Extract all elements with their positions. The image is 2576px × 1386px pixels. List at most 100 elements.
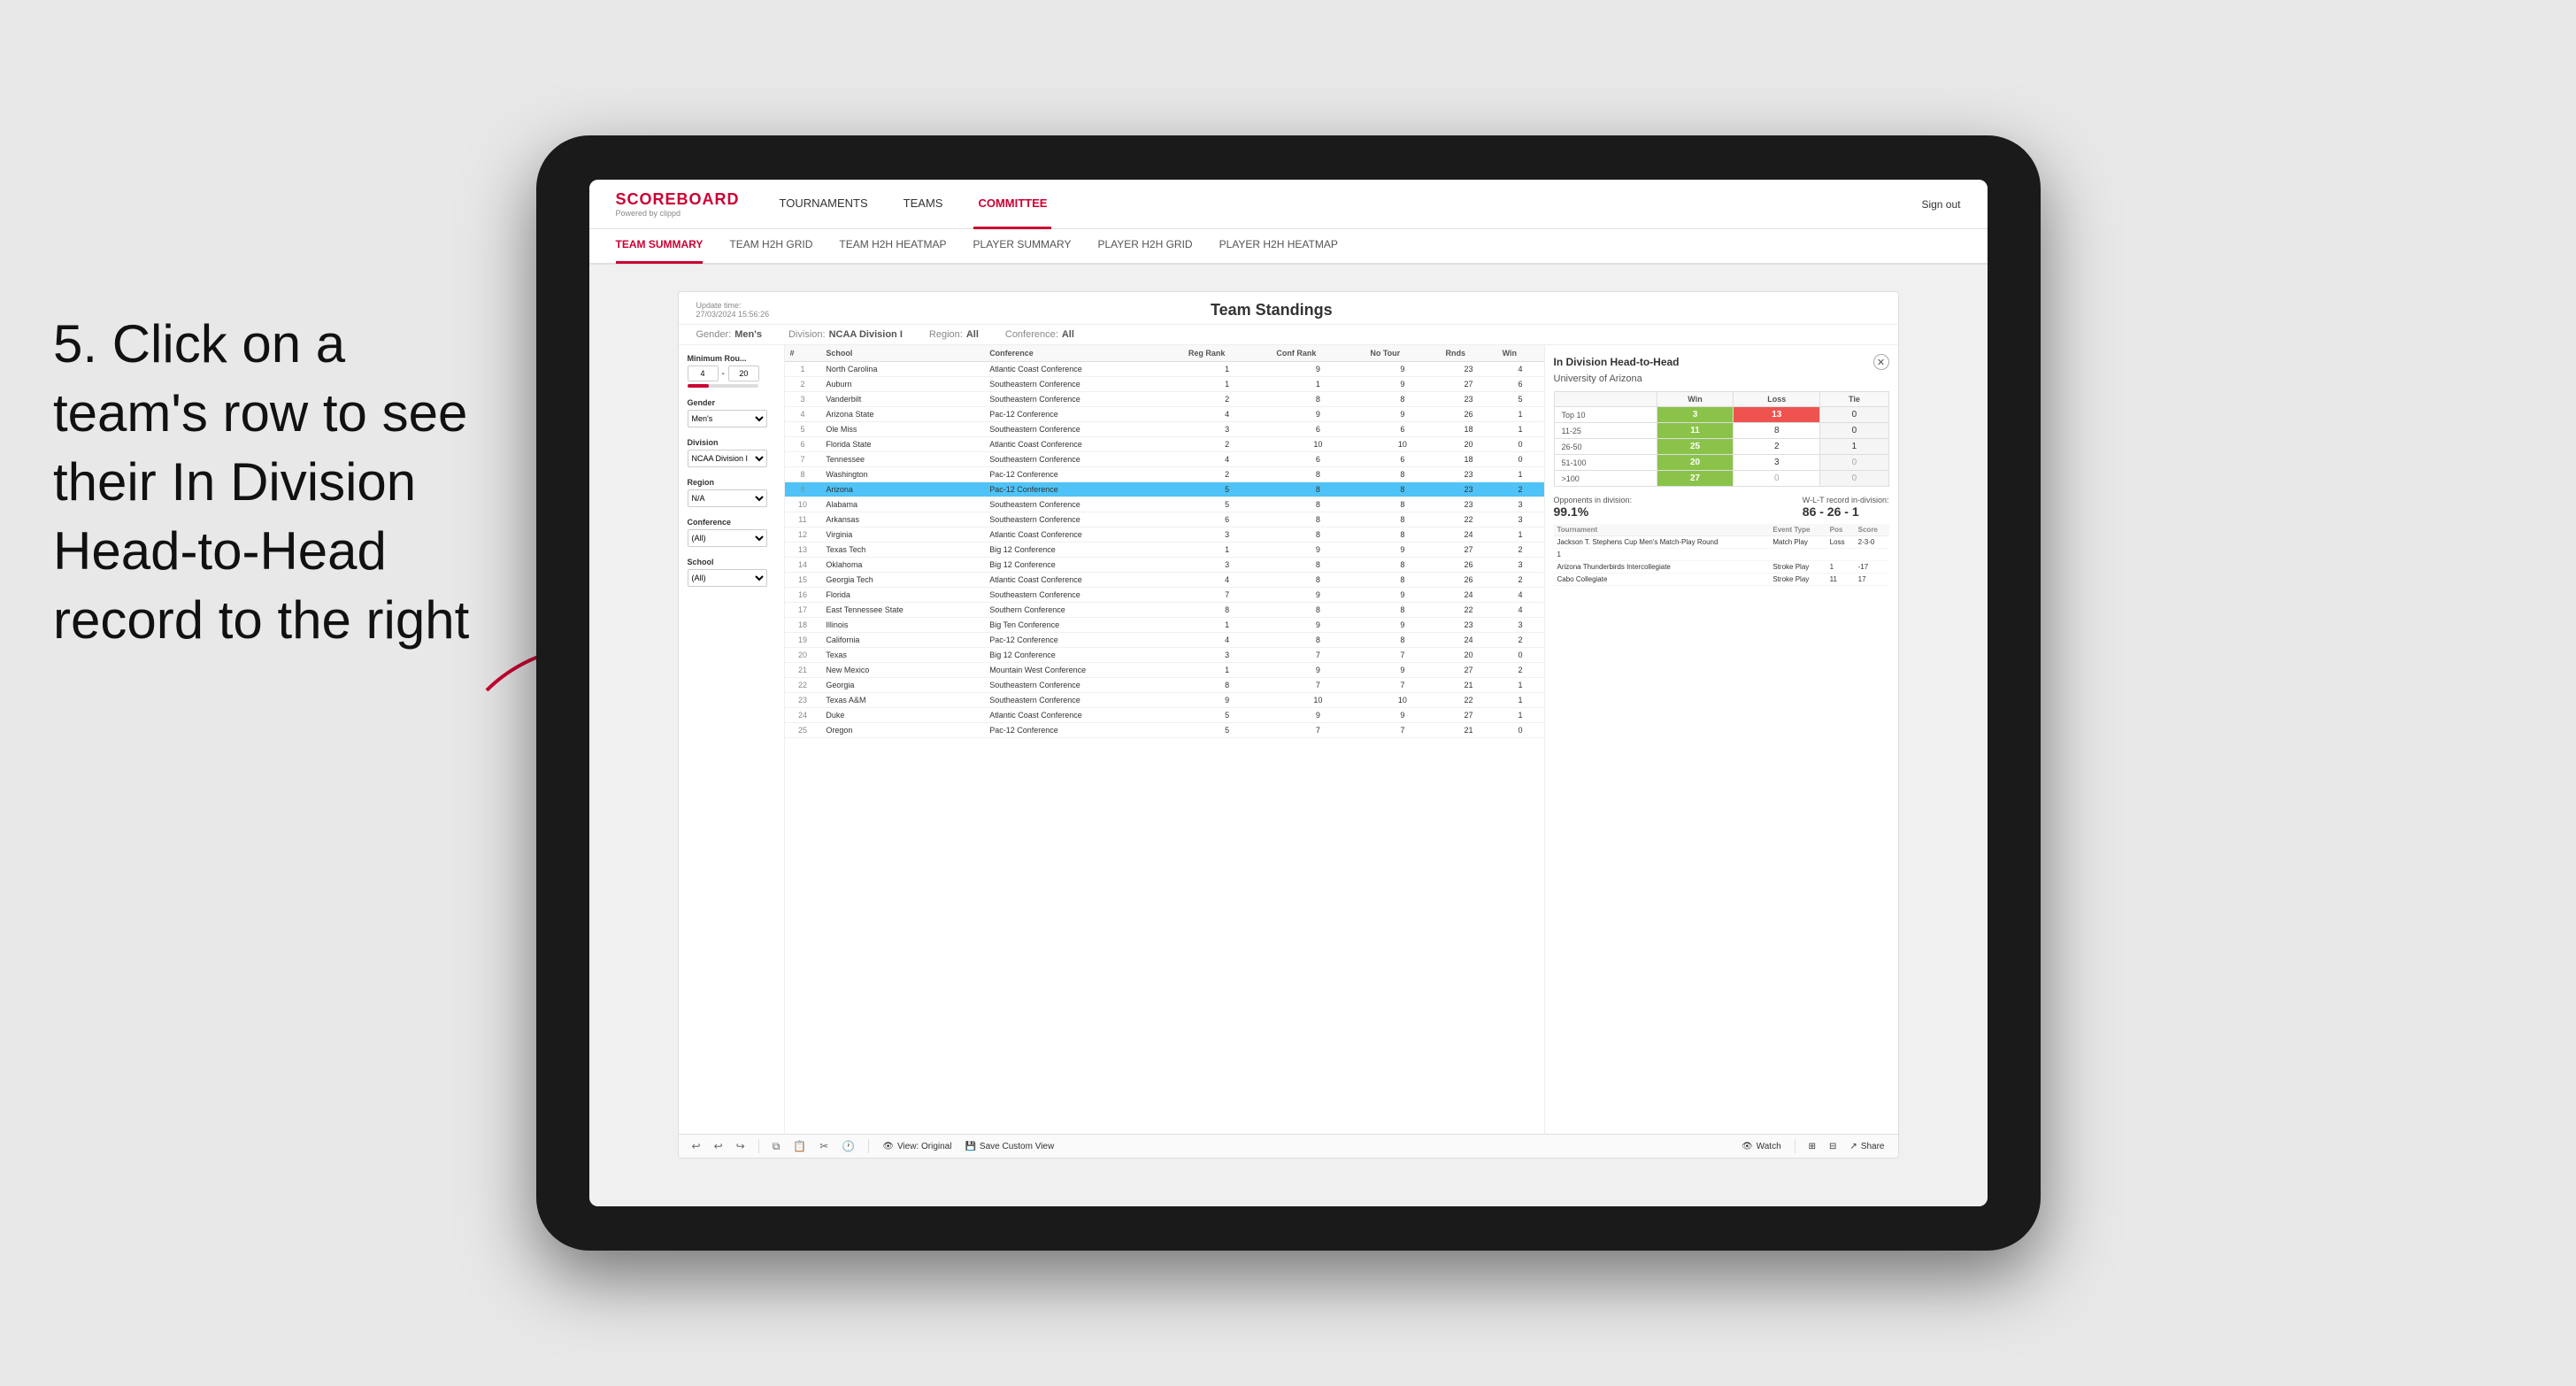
clock-icon[interactable]: 🕐	[842, 1140, 855, 1152]
col-school: School	[820, 345, 984, 362]
division-select[interactable]: NCAA Division I	[688, 450, 767, 467]
cell-notour: 8	[1365, 633, 1440, 648]
region-select[interactable]: N/A	[688, 489, 767, 507]
table-row[interactable]: 10 Alabama Southeastern Conference 5 8 8…	[785, 497, 1544, 512]
tab-team-h2h-grid[interactable]: TEAM H2H GRID	[729, 228, 812, 264]
cell-school: Oregon	[820, 723, 984, 738]
table-row[interactable]: 8 Washington Pac-12 Conference 2 8 8 23 …	[785, 467, 1544, 482]
undo-icon[interactable]: ↩	[692, 1140, 701, 1152]
tab-player-h2h-grid[interactable]: PLAYER H2H GRID	[1097, 228, 1192, 264]
cell-num: 23	[785, 693, 821, 708]
cell-notour: 9	[1365, 377, 1440, 392]
table-row[interactable]: 13 Texas Tech Big 12 Conference 1 9 9 27…	[785, 543, 1544, 558]
h2h-row-11-25: 11-25 11 8 0	[1554, 423, 1888, 439]
cell-reg: 8	[1183, 603, 1271, 618]
table-row[interactable]: 12 Virginia Atlantic Coast Conference 3 …	[785, 527, 1544, 543]
h2h-close-button[interactable]: ✕	[1873, 354, 1889, 370]
min-rounds-input[interactable]	[688, 366, 719, 381]
cell-rnds: 27	[1441, 708, 1497, 723]
table-row[interactable]: 16 Florida Southeastern Conference 7 9 9…	[785, 588, 1544, 603]
tourn-score-1b	[1855, 549, 1889, 561]
update-time-label: Update time:	[696, 301, 770, 310]
table-row[interactable]: 23 Texas A&M Southeastern Conference 9 1…	[785, 693, 1544, 708]
tourn-pos-1b	[1826, 549, 1855, 561]
cell-num: 19	[785, 633, 821, 648]
max-rounds-input[interactable]	[728, 366, 759, 381]
tourn-score-2: -17	[1855, 561, 1889, 574]
tab-player-h2h-heatmap[interactable]: PLAYER H2H HEATMAP	[1219, 228, 1338, 264]
division-filter-display: Division: NCAA Division I	[788, 329, 903, 340]
toolbar-sep-2	[868, 1139, 869, 1153]
layout-button[interactable]: ⊟	[1829, 1142, 1836, 1151]
table-row[interactable]: 6 Florida State Atlantic Coast Conferenc…	[785, 437, 1544, 452]
tourn-pos-1: Loss	[1826, 536, 1855, 549]
table-row[interactable]: 7 Tennessee Southeastern Conference 4 6 …	[785, 452, 1544, 467]
nav-tournaments[interactable]: TOURNAMENTS	[775, 180, 873, 229]
watch-button[interactable]: 👁 Watch	[1742, 1142, 1781, 1151]
tab-player-summary[interactable]: PLAYER SUMMARY	[973, 228, 1072, 264]
paste-icon[interactable]: 📋	[793, 1140, 806, 1152]
school-select[interactable]: (All)	[688, 569, 767, 587]
view-original-button[interactable]: 👁 View: Original	[882, 1142, 951, 1151]
cell-rnds: 23	[1441, 392, 1497, 407]
save-custom-button[interactable]: 💾 Save Custom View	[965, 1142, 1054, 1151]
opponents-row: Opponents in division: 99.1% W-L-T recor…	[1554, 496, 1889, 519]
cell-conf: Southeastern Conference	[984, 422, 1183, 437]
cell-win: 2	[1497, 573, 1544, 588]
undo2-icon[interactable]: ↩	[714, 1140, 723, 1152]
nav-committee[interactable]: COMMITTEE	[973, 180, 1051, 229]
table-row[interactable]: 17 East Tennessee State Southern Confere…	[785, 603, 1544, 618]
copy-icon[interactable]: ⧉	[773, 1140, 780, 1153]
h2h-tie-26-50: 1	[1820, 439, 1888, 455]
tourn-pos-2: 1	[1826, 561, 1855, 574]
cell-conf-rank: 8	[1271, 482, 1365, 497]
cell-school: Arizona State	[820, 407, 984, 422]
table-row[interactable]: 18 Illinois Big Ten Conference 1 9 9 23 …	[785, 618, 1544, 633]
h2h-win-top10: 3	[1657, 407, 1733, 423]
cell-win: 1	[1497, 708, 1544, 723]
table-row[interactable]: 1 North Carolina Atlantic Coast Conferen…	[785, 362, 1544, 377]
table-row[interactable]: 22 Georgia Southeastern Conference 8 7 7…	[785, 678, 1544, 693]
cell-win: 1	[1497, 467, 1544, 482]
table-row[interactable]: 24 Duke Atlantic Coast Conference 5 9 9 …	[785, 708, 1544, 723]
table-row[interactable]: 19 California Pac-12 Conference 4 8 8 24…	[785, 633, 1544, 648]
cell-rnds: 22	[1441, 693, 1497, 708]
nav-teams[interactable]: TEAMS	[899, 180, 948, 229]
tournament-header-row: Tournament Event Type Pos Score	[1554, 524, 1889, 536]
tab-team-h2h-heatmap[interactable]: TEAM H2H HEATMAP	[839, 228, 946, 264]
table-row[interactable]: 15 Georgia Tech Atlantic Coast Conferenc…	[785, 573, 1544, 588]
table-row[interactable]: 14 Oklahoma Big 12 Conference 3 8 8 26 3	[785, 558, 1544, 573]
table-row[interactable]: 20 Texas Big 12 Conference 3 7 7 20 0	[785, 648, 1544, 663]
cell-conf-rank: 8	[1271, 603, 1365, 618]
redo-icon[interactable]: ↪	[736, 1140, 745, 1152]
cell-conf: Pac-12 Conference	[984, 407, 1183, 422]
cell-rnds: 26	[1441, 407, 1497, 422]
table-row[interactable]: 3 Vanderbilt Southeastern Conference 2 8…	[785, 392, 1544, 407]
cell-win: 3	[1497, 558, 1544, 573]
cell-rnds: 20	[1441, 648, 1497, 663]
rounds-slider[interactable]	[688, 384, 758, 388]
share-button[interactable]: ↗ Share	[1849, 1142, 1884, 1151]
table-row[interactable]: 2 Auburn Southeastern Conference 1 1 9 2…	[785, 377, 1544, 392]
tourn-name-3: Cabo Collegiate	[1554, 574, 1770, 586]
tourn-col-name: Tournament	[1554, 524, 1770, 536]
filter-range: -	[688, 366, 775, 381]
h2h-loss-26-50: 2	[1734, 439, 1820, 455]
cell-num: 22	[785, 678, 821, 693]
table-row[interactable]: 11 Arkansas Southeastern Conference 6 8 …	[785, 512, 1544, 527]
grid-button[interactable]: ⊞	[1809, 1142, 1816, 1151]
gender-select[interactable]: Men's	[688, 410, 767, 427]
crop-icon[interactable]: ✂	[819, 1140, 828, 1152]
conference-select[interactable]: (All)	[688, 529, 767, 547]
cell-reg: 7	[1183, 588, 1271, 603]
table-row[interactable]: 5 Ole Miss Southeastern Conference 3 6 6…	[785, 422, 1544, 437]
table-row[interactable]: 21 New Mexico Mountain West Conference 1…	[785, 663, 1544, 678]
table-row[interactable]: 4 Arizona State Pac-12 Conference 4 9 9 …	[785, 407, 1544, 422]
tab-team-summary[interactable]: TEAM SUMMARY	[616, 228, 704, 264]
cell-rnds: 21	[1441, 678, 1497, 693]
table-row[interactable]: 25 Oregon Pac-12 Conference 5 7 7 21 0	[785, 723, 1544, 738]
table-row[interactable]: 9 Arizona Pac-12 Conference 5 8 8 23 2	[785, 482, 1544, 497]
cell-reg: 8	[1183, 678, 1271, 693]
h2h-tie-100plus: 0	[1820, 471, 1888, 487]
sign-out-button[interactable]: Sign out	[1921, 198, 1960, 211]
